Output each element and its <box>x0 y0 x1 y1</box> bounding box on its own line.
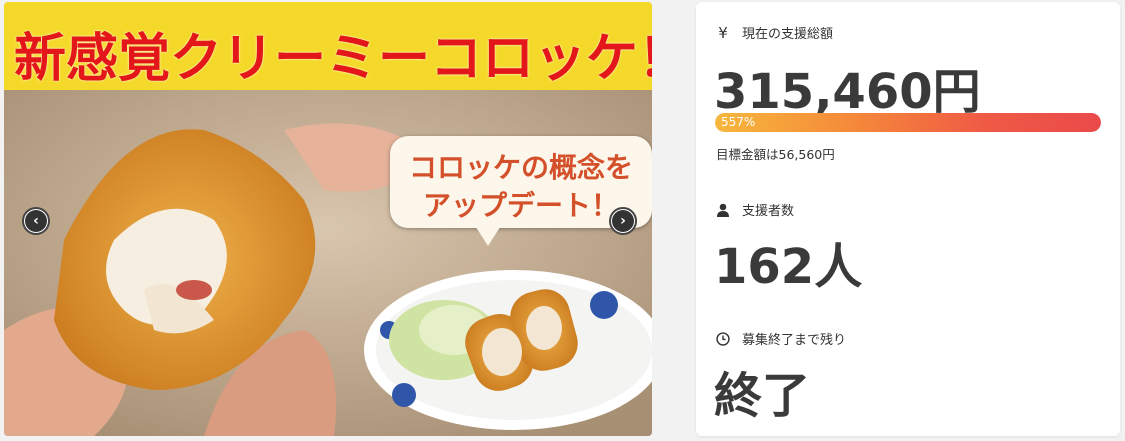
funding-stats-card: ¥ 現在の支援総額 315,460円 557% 目標金額は56,560円 支援者… <box>696 2 1120 436</box>
supporters-label: 支援者数 <box>742 204 795 219</box>
supporters-label-row: 支援者数 <box>716 200 794 219</box>
total-amount-value: 315,460円 <box>714 64 981 120</box>
hero-banner: 新感覚クリーミーコロッケ！ <box>4 2 652 90</box>
speech-bubble-tail <box>474 224 502 246</box>
carousel-next-button[interactable]: › <box>609 207 637 235</box>
remaining-time-label: 募集終了まで残り <box>742 333 847 348</box>
total-amount-label: 現在の支援総額 <box>742 27 834 42</box>
goal-amount: 目標金額は56,560円 <box>716 147 835 162</box>
chevron-left-icon: ‹ <box>25 210 47 232</box>
chevron-right-icon: › <box>612 210 634 232</box>
bubble-line-1: コロッケの概念を <box>408 151 633 184</box>
funding-progress-percent: 557% <box>721 115 756 129</box>
project-image-carousel[interactable]: 新感覚クリーミーコロッケ！ コロッケの概念を アップデート！ ‹ › <box>4 2 652 436</box>
hero-banner-text: 新感覚クリーミーコロッケ！ <box>14 28 652 89</box>
funding-progress-bar: 557% <box>715 113 1101 132</box>
yen-icon: ¥ <box>718 23 728 42</box>
supporters-value: 162人 <box>714 239 863 295</box>
person-icon <box>716 202 730 218</box>
clock-icon <box>716 331 730 347</box>
total-amount-label-row: ¥ 現在の支援総額 <box>716 23 834 43</box>
carousel-prev-button[interactable]: ‹ <box>22 207 50 235</box>
remaining-time-value: 終了 <box>714 368 811 424</box>
remaining-time-label-row: 募集終了まで残り <box>716 329 846 348</box>
funding-progress-fill <box>715 113 1101 132</box>
